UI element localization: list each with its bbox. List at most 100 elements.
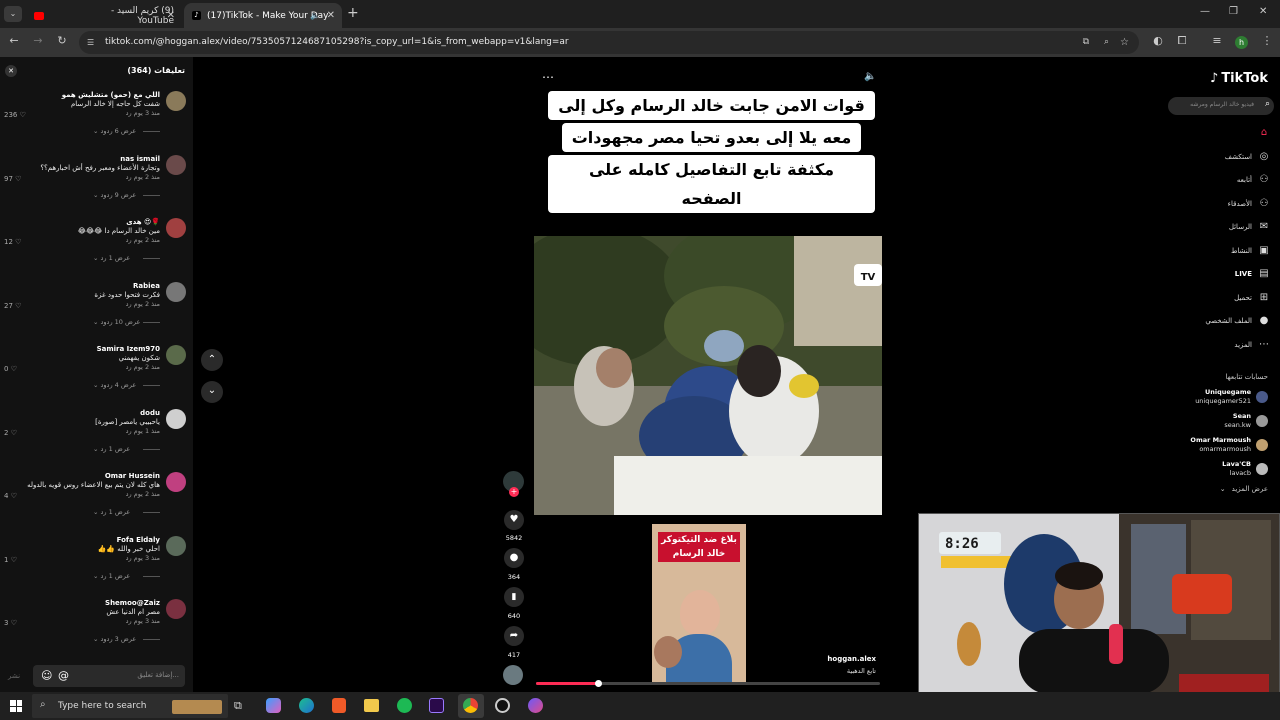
- nav-item-explore[interactable]: استكشف ◎: [1225, 151, 1270, 163]
- nav-item-friends[interactable]: الأصدقاء ⚇: [1228, 198, 1270, 210]
- video-thumbnail[interactable]: بلاغ ضد التيكتوكر خالد الرسام: [652, 524, 746, 684]
- video-more-icon[interactable]: ⋯: [542, 70, 554, 84]
- taskbar-search-box[interactable]: ⌕ Type here to search: [32, 694, 228, 718]
- forward-icon[interactable]: →: [30, 34, 46, 47]
- commenter-avatar[interactable]: [166, 599, 186, 619]
- video-frame[interactable]: TV: [534, 236, 882, 515]
- comment-like-button[interactable]: 12 ♡: [4, 238, 21, 246]
- tab-youtube[interactable]: (9) كريم السيد - YouTube ✕: [26, 3, 182, 28]
- install-icon[interactable]: ⧉: [1083, 31, 1089, 54]
- brave-icon[interactable]: [332, 698, 346, 713]
- commenter-name[interactable]: Fofa Eldaly: [117, 536, 160, 544]
- nav-item-live[interactable]: LIVE ▤: [1235, 268, 1270, 280]
- app-icon[interactable]: [528, 698, 543, 713]
- address-bar[interactable]: ☰ tiktok.com/@hoggan.alex/video/75350571…: [79, 31, 1139, 54]
- tab-tiktok[interactable]: ♪ (17)TikTok - Make Your Day 🔈 ✕: [184, 3, 342, 28]
- nav-item-profile[interactable]: الملف الشخصي ●: [1205, 315, 1270, 327]
- author-avatar[interactable]: +: [503, 471, 524, 497]
- premiere-icon[interactable]: [429, 698, 444, 713]
- view-replies-link[interactable]: ⌄ عرض 4 ردود: [93, 381, 136, 389]
- mention-icon[interactable]: @: [58, 669, 69, 682]
- close-tab-icon[interactable]: ✕: [167, 10, 175, 21]
- tiktok-logo[interactable]: ♪ TikTok: [1210, 71, 1268, 86]
- view-replies-link[interactable]: ⌄ عرض 3 ردود: [93, 635, 136, 643]
- view-replies-link[interactable]: ⌄ عرض 6 ردود: [93, 127, 136, 135]
- nav-item-home[interactable]: ⌂: [1252, 127, 1270, 139]
- next-video-button[interactable]: ⌄: [201, 381, 223, 403]
- video-author-name[interactable]: hoggan.alex: [800, 655, 876, 663]
- nav-item-upload[interactable]: تحميل ⊞: [1234, 292, 1270, 304]
- new-tab-button[interactable]: +: [347, 5, 359, 21]
- windows-start-icon[interactable]: [10, 700, 22, 712]
- close-comments-icon[interactable]: ✕: [5, 65, 17, 77]
- commenter-name[interactable]: Rabiea: [133, 282, 160, 290]
- commenter-avatar[interactable]: [166, 281, 186, 302]
- video-progress-knob[interactable]: [594, 680, 602, 687]
- nav-item-following[interactable]: أتابعه ⚇: [1237, 174, 1270, 186]
- comment-button[interactable]: ●: [504, 548, 524, 568]
- commenter-avatar[interactable]: [166, 472, 186, 492]
- extension-icon[interactable]: ◐: [1150, 34, 1166, 47]
- commenter-avatar[interactable]: [166, 408, 186, 429]
- view-replies-link[interactable]: ⌄ عرض 1 رد: [93, 508, 130, 516]
- view-replies-link[interactable]: ⌄ عرض 1 رد: [93, 572, 130, 580]
- comment-like-button[interactable]: 3 ♡: [4, 619, 17, 627]
- spotify-icon[interactable]: [397, 698, 412, 713]
- nav-item-more[interactable]: المزيد ⋯: [1234, 339, 1270, 351]
- nav-item-activity[interactable]: النشاط ▣: [1231, 245, 1270, 257]
- search-input[interactable]: فيديو خالد الرسام ومرشه ⌕: [1168, 97, 1274, 115]
- search-icon[interactable]: ⌕: [1265, 99, 1270, 109]
- commenter-name[interactable]: dodu: [140, 409, 160, 417]
- emoji-icon[interactable]: ☺: [41, 669, 52, 682]
- view-replies-link[interactable]: ⌄ عرض 1 رد: [93, 445, 130, 453]
- previous-video-button[interactable]: ⌃: [201, 349, 223, 371]
- close-tab-icon[interactable]: ✕: [327, 10, 335, 21]
- sound-disc-icon[interactable]: [503, 665, 523, 685]
- comment-like-button[interactable]: 0 ♡: [4, 365, 17, 373]
- commenter-name[interactable]: nas ismail: [120, 155, 160, 163]
- commenter-avatar[interactable]: [166, 218, 186, 238]
- commenter-name[interactable]: Samira Izem970: [97, 345, 160, 353]
- following-account[interactable]: Omar Marmoush omarmarmoush: [1190, 436, 1268, 454]
- bookmark-star-icon[interactable]: ☆: [1120, 31, 1129, 54]
- nav-item-messages[interactable]: الرسائل ✉: [1229, 221, 1270, 233]
- commenter-name[interactable]: Omar Hussein: [105, 472, 160, 480]
- following-account[interactable]: Sean sean.kw: [1224, 412, 1268, 430]
- close-window-button[interactable]: ✕: [1259, 6, 1267, 17]
- follow-plus-icon[interactable]: +: [509, 487, 519, 497]
- commenter-avatar[interactable]: [166, 535, 186, 556]
- share-button[interactable]: ➦: [504, 626, 524, 646]
- comment-like-button[interactable]: 97 ♡: [4, 175, 21, 183]
- file-explorer-icon[interactable]: [364, 699, 379, 712]
- profile-avatar[interactable]: h: [1235, 36, 1248, 49]
- back-icon[interactable]: ←: [6, 34, 22, 47]
- comment-like-button[interactable]: 236 ♡: [4, 111, 26, 119]
- commenter-avatar[interactable]: [166, 345, 186, 365]
- speaker-icon[interactable]: 🔈: [310, 11, 320, 20]
- tab-search-button[interactable]: ⌄: [4, 6, 22, 22]
- comment-like-button[interactable]: 27 ♡: [4, 302, 21, 310]
- obs-icon[interactable]: [495, 698, 510, 713]
- commenter-name[interactable]: هدى 😍🌹: [126, 218, 160, 226]
- view-replies-link[interactable]: ⌄ عرض 10 ردود: [93, 318, 140, 326]
- video-progress-track[interactable]: [536, 680, 880, 687]
- following-account[interactable]: Uniquegame uniquegamer521: [1195, 388, 1268, 406]
- save-button[interactable]: ▮: [504, 587, 524, 607]
- see-more-link[interactable]: ⌄ عرض المزيد: [1220, 485, 1268, 493]
- site-info-icon[interactable]: ☰: [87, 31, 94, 54]
- like-button[interactable]: ♥: [504, 510, 524, 530]
- chrome-icon[interactable]: [458, 694, 484, 718]
- media-icon[interactable]: ≡: [1209, 34, 1225, 47]
- edge-icon[interactable]: [299, 698, 314, 713]
- zoom-icon[interactable]: ⌕: [1104, 31, 1109, 54]
- restore-button[interactable]: ❐: [1229, 6, 1238, 17]
- post-comment-button[interactable]: نشر: [8, 672, 20, 680]
- puzzle-icon[interactable]: ⧠: [1174, 34, 1190, 48]
- commenter-name[interactable]: اللي مع (حمو) متشليش همو: [62, 91, 160, 99]
- volume-icon[interactable]: 🔈: [864, 71, 876, 82]
- view-replies-link[interactable]: ⌄ عرض 1 رد: [93, 254, 130, 262]
- view-replies-link[interactable]: ⌄ عرض 9 ردود: [93, 191, 136, 199]
- comment-like-button[interactable]: 4 ♡: [4, 492, 17, 500]
- commenter-avatar[interactable]: [166, 91, 186, 111]
- comment-like-button[interactable]: 2 ♡: [4, 429, 17, 437]
